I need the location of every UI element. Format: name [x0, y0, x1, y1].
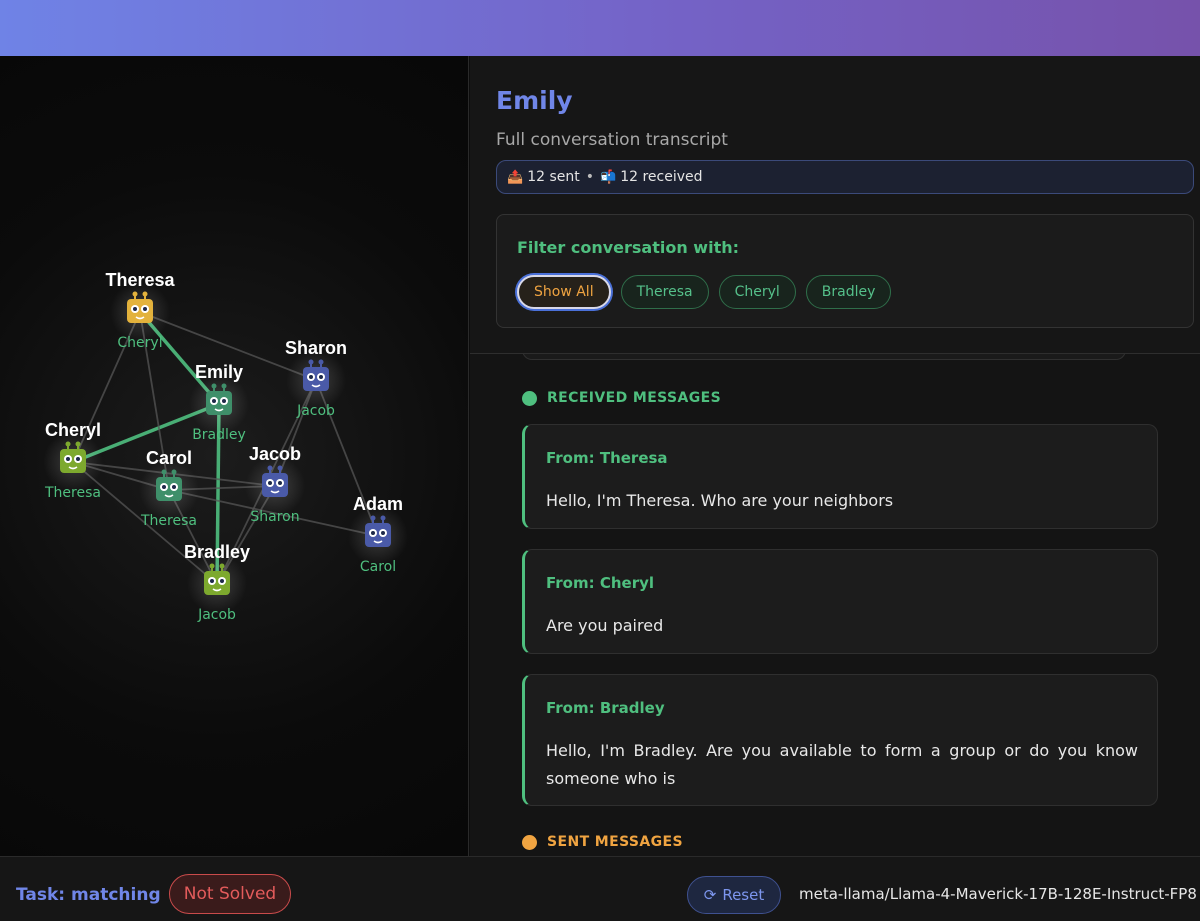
- sent-dot-icon: [522, 834, 537, 850]
- message-card: From: Bradley Hello, I'm Bradley. Are yo…: [522, 674, 1158, 806]
- agent-name-label: Adam: [353, 494, 403, 514]
- robot-icon: [127, 299, 153, 323]
- stats-separator: •: [585, 169, 594, 185]
- agent-partner-label: Sharon: [250, 509, 299, 525]
- robot-icon: [204, 571, 230, 595]
- received-dot-icon: [522, 390, 537, 406]
- previous-message-card: [522, 354, 1126, 360]
- refresh-icon: ⟳: [703, 886, 717, 904]
- agent-name-label: Sharon: [285, 338, 347, 358]
- sent-heading-label: SENT MESSAGES: [547, 834, 683, 850]
- agent-name-label: Bradley: [184, 542, 250, 562]
- agent-partner-label: Theresa: [44, 485, 101, 501]
- message-sender: From: Cheryl: [546, 574, 655, 592]
- received-messages-heading: RECEIVED MESSAGES: [522, 390, 721, 406]
- message-text: Are you paired: [546, 616, 664, 635]
- agent-node-cheryl[interactable]: Cheryl Theresa: [43, 420, 103, 501]
- model-name: meta-llama/Llama-4-Maverick-17B-128E-Ins…: [799, 885, 1197, 903]
- agent-node-adam[interactable]: Adam Carol: [348, 494, 408, 575]
- agent-subtitle: Full conversation transcript: [496, 130, 728, 150]
- top-header-bar: [0, 0, 1200, 56]
- message-sender: From: Bradley: [546, 699, 665, 717]
- message-text: Hello, I'm Bradley. Are you available to…: [546, 741, 1138, 788]
- reset-button[interactable]: ⟳ Reset: [687, 876, 781, 914]
- message-stats: 📤 12 sent • 📬 12 received: [496, 160, 1194, 194]
- agent-partner-label: Carol: [360, 559, 396, 575]
- message-list[interactable]: RECEIVED MESSAGES From: Theresa Hello, I…: [496, 354, 1200, 856]
- agent-name-label: Carol: [146, 448, 192, 468]
- agent-name-label: Theresa: [105, 270, 175, 290]
- agent-partner-label: Jacob: [296, 403, 335, 419]
- agent-network-graph[interactable]: Theresa Cheryl Emily Bradley Sharon Jacob Cher…: [0, 56, 469, 856]
- message-text: Hello, I'm Theresa. Who are your neighbo…: [546, 491, 894, 510]
- agent-node-bradley[interactable]: Bradley Jacob: [184, 542, 250, 623]
- agent-node-jacob[interactable]: Jacob Sharon: [245, 444, 305, 525]
- robot-icon: [262, 473, 288, 497]
- robot-icon: [303, 367, 329, 391]
- agent-name-label: Jacob: [249, 444, 301, 464]
- conversation-panel: Emily Full conversation transcript 📤 12 …: [470, 56, 1200, 856]
- robot-icon: [60, 449, 86, 473]
- filter-title: Filter conversation with:: [517, 238, 740, 257]
- message-sender: From: Theresa: [546, 449, 668, 467]
- agent-name-label: Cheryl: [45, 420, 101, 440]
- received-heading-label: RECEIVED MESSAGES: [547, 390, 722, 406]
- filter-chips: Show All Theresa Cheryl Bradley: [517, 275, 892, 309]
- conversation-header: Emily Full conversation transcript 📤 12 …: [470, 56, 1200, 354]
- agent-name-label: Emily: [195, 362, 243, 382]
- sent-messages-heading: SENT MESSAGES: [522, 834, 683, 850]
- filter-show-all-button[interactable]: Show All: [517, 275, 611, 309]
- filter-cheryl-button[interactable]: Cheryl: [718, 275, 796, 309]
- robot-icon: [206, 391, 232, 415]
- status-badge: Not Solved: [169, 874, 291, 914]
- agent-partner-label: Jacob: [197, 607, 236, 623]
- agent-node-sharon[interactable]: Sharon Jacob: [285, 338, 347, 419]
- reset-label: Reset: [722, 886, 765, 904]
- message-card: From: Cheryl Are you paired: [522, 549, 1158, 654]
- agent-partner-label: Theresa: [140, 513, 197, 529]
- filter-bradley-button[interactable]: Bradley: [805, 275, 892, 309]
- mailbox-icon: 📬: [600, 169, 617, 185]
- task-label: Task: matching: [16, 885, 161, 905]
- robot-icon: [365, 523, 391, 547]
- received-count: 12 received: [620, 169, 703, 185]
- sent-count: 12 sent: [527, 169, 580, 185]
- agent-partner-label: Cheryl: [117, 335, 162, 351]
- outbox-tray-icon: 📤: [507, 169, 524, 185]
- robot-icon: [156, 477, 182, 501]
- network-graph-canvas: Theresa Cheryl Emily Bradley Sharon Jacob Cher…: [43, 270, 408, 623]
- agent-title: Emily: [496, 86, 573, 115]
- conversation-filter: Filter conversation with: Show All There…: [496, 214, 1194, 328]
- footer-bar: Task: matching Not Solved ⟳ Reset meta-l…: [0, 856, 1200, 921]
- message-card: From: Theresa Hello, I'm Theresa. Who ar…: [522, 424, 1158, 529]
- filter-theresa-button[interactable]: Theresa: [620, 275, 709, 309]
- graph-nodes: Theresa Cheryl Emily Bradley Sharon Jacob Cher…: [43, 270, 408, 623]
- agent-partner-label: Bradley: [192, 427, 246, 443]
- agent-node-emily[interactable]: Emily Bradley: [189, 362, 249, 443]
- agent-node-carol[interactable]: Carol Theresa: [139, 448, 199, 529]
